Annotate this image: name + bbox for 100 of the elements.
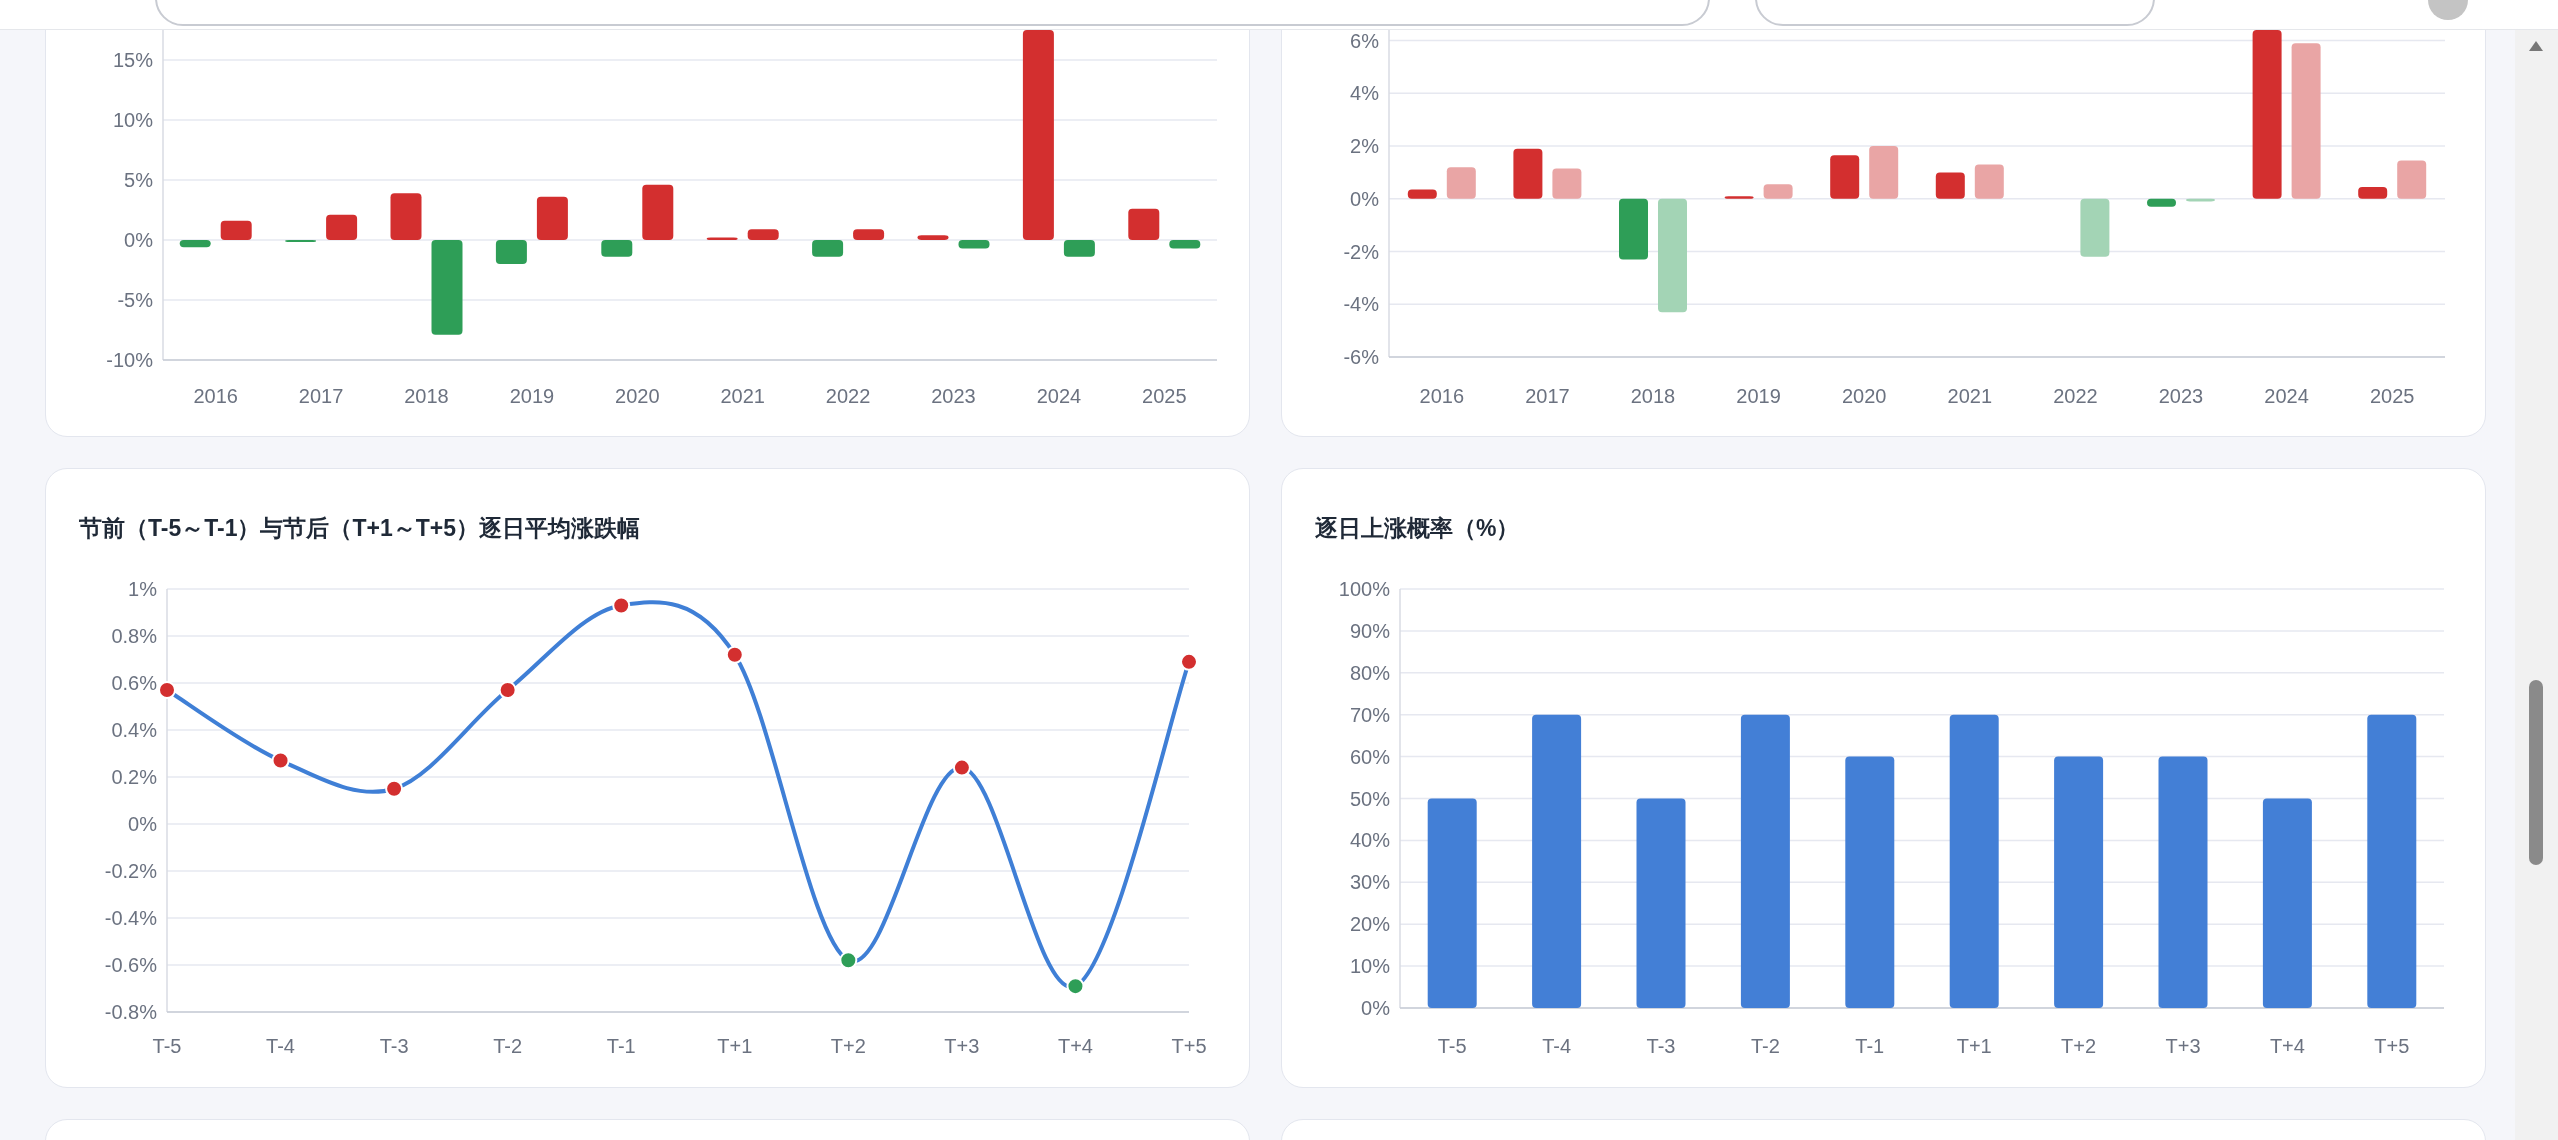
bar (853, 229, 885, 240)
scrollbar-thumb[interactable] (2529, 680, 2543, 865)
axis-label: T-2 (1750, 1035, 1780, 1057)
data-point (1180, 652, 1198, 671)
axis-label: 70% (1349, 703, 1390, 726)
axis-label: T+4 (2269, 1035, 2305, 1057)
axis-label: T+3 (944, 1035, 980, 1057)
axis-label: 40% (1349, 829, 1390, 852)
axis-label: 0.2% (111, 766, 157, 788)
scroll-up-icon[interactable] (2528, 40, 2544, 52)
axis-label: 2017 (298, 385, 344, 407)
bar (1169, 240, 1201, 249)
data-point (952, 758, 971, 777)
data-point (725, 645, 744, 664)
axis-label: 2019 (509, 385, 555, 407)
axis-label: T+5 (1171, 1035, 1207, 1057)
axis-label: T-1 (606, 1035, 636, 1057)
axis-label: T-5 (152, 1035, 182, 1057)
axis-label: -0.4% (104, 907, 157, 929)
bar (917, 235, 949, 240)
data-point (271, 751, 290, 770)
axis-label: T-4 (1542, 1035, 1572, 1057)
bar (2397, 160, 2427, 199)
axis-label: -0.6% (104, 954, 157, 976)
bar (1128, 208, 1160, 240)
axis-label: T+2 (830, 1035, 866, 1057)
axis-label: 2020 (615, 385, 660, 407)
bar (706, 237, 738, 240)
bar (2186, 198, 2215, 202)
bar (2147, 198, 2176, 207)
bar (326, 214, 358, 240)
axis-label: 80% (1349, 661, 1390, 684)
axis-label: 0% (1350, 187, 1379, 210)
bar (536, 196, 568, 240)
axis-label: -2% (1343, 240, 1379, 263)
chart-title: 节前（T-5～T-1）与节后（T+1～T+5）逐日平均涨跌幅 (79, 514, 640, 543)
axis-label: T-1 (1855, 1035, 1885, 1057)
bar (958, 240, 990, 249)
bar (2080, 198, 2110, 257)
data-point (839, 951, 858, 970)
bar (1869, 146, 1899, 199)
axis-label: 2016 (1419, 385, 1465, 407)
axis-label: T+1 (1956, 1035, 1992, 1057)
axis-label: T-4 (266, 1035, 295, 1057)
axis-label: 2025 (2369, 385, 2415, 407)
bar (2358, 186, 2388, 199)
axis-label: 90% (1349, 619, 1390, 642)
axis-label: 2017 (1525, 385, 1570, 407)
data-point (158, 681, 176, 700)
axis-label: 60% (1349, 745, 1390, 768)
axis-label: T+5 (2374, 1035, 2410, 1057)
axis-label: 0.6% (111, 672, 157, 694)
axis-label: 50% (1349, 787, 1390, 810)
axis-label: 0% (124, 229, 153, 251)
bar (1724, 196, 1754, 199)
axis-label: 0% (1361, 997, 1390, 1019)
axis-label: -4% (1343, 293, 1379, 316)
axis-label: 0% (128, 813, 157, 835)
axis-label: 2018 (404, 385, 449, 407)
bar (1974, 164, 2004, 199)
axis-label: T+3 (2165, 1035, 2201, 1057)
axis-label: -10% (106, 349, 153, 371)
axis-label: 6% (1350, 30, 1379, 52)
axis-label: -0.8% (104, 1001, 157, 1023)
bar (1446, 167, 1476, 199)
bar (1513, 148, 1543, 199)
axis-label: -6% (1343, 346, 1379, 368)
axis-label: -5% (117, 289, 153, 311)
axis-label: 2025 (1142, 385, 1187, 407)
data-point (612, 596, 631, 615)
bar (1407, 189, 1437, 199)
data-point (1066, 977, 1085, 996)
axis-label: -0.2% (104, 860, 157, 882)
axis-label: 2020 (1841, 385, 1887, 407)
bar (1830, 155, 1860, 199)
axis-label: 2021 (1947, 385, 1993, 407)
axis-label: 2% (1350, 135, 1379, 158)
axis-label: 2024 (1036, 385, 1082, 407)
bar (495, 240, 527, 264)
axis-label: 2023 (2158, 385, 2204, 407)
axis-label: 20% (1349, 913, 1390, 936)
bar (220, 220, 252, 240)
axis-label: T-5 (1437, 1035, 1467, 1057)
bar (601, 240, 633, 257)
bar (812, 240, 844, 257)
axis-label: 2021 (720, 385, 765, 407)
axis-label: 2022 (825, 385, 871, 407)
axis-label: 2016 (193, 385, 238, 407)
axis-label: T-3 (379, 1035, 409, 1057)
bar (1552, 168, 1582, 199)
axis-label: T-3 (1646, 1035, 1676, 1057)
bar (179, 240, 211, 248)
axis-label: T+4 (1057, 1035, 1093, 1057)
axis-label: 30% (1349, 871, 1390, 894)
bar (1619, 198, 1648, 260)
axis-label: 1% (128, 578, 157, 600)
data-point (498, 681, 517, 700)
axis-label: 100% (1338, 578, 1390, 600)
axis-label: 10% (1349, 955, 1390, 978)
axis-label: 2023 (931, 385, 976, 407)
